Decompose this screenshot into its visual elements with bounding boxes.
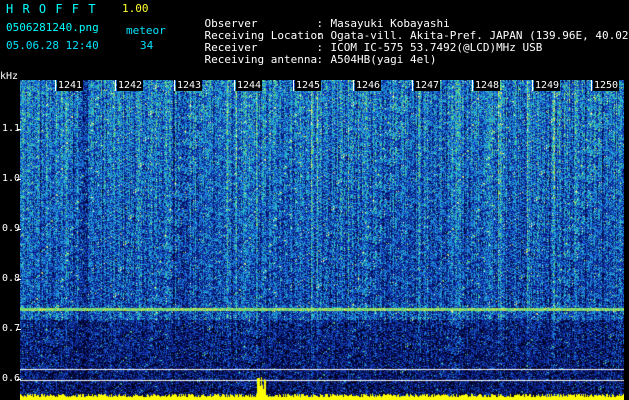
spectrogram-panel xyxy=(20,80,624,400)
y-tick-mark xyxy=(17,129,21,130)
meteor-count-label: meteor xyxy=(126,24,166,37)
y-tick-label: 0.9 xyxy=(2,223,21,234)
y-tick-mark xyxy=(17,179,21,180)
y-tick-mark xyxy=(17,329,21,330)
spectrogram-image xyxy=(20,80,624,400)
x-tick-label: 1243 xyxy=(176,80,203,91)
x-tick-mark xyxy=(412,80,413,91)
x-tick: 1246 xyxy=(353,80,382,91)
x-tick-mark xyxy=(174,80,175,91)
x-tick: 1244 xyxy=(234,80,263,91)
x-tick-label: 1244 xyxy=(236,80,263,91)
x-tick-label: 1247 xyxy=(414,80,441,91)
app-logo: H R O F F T xyxy=(6,2,97,16)
x-tick-label: 1250 xyxy=(593,80,620,91)
x-tick: 1249 xyxy=(532,80,561,91)
x-tick: 1245 xyxy=(293,80,322,91)
x-tick: 1247 xyxy=(412,80,441,91)
x-tick-mark xyxy=(234,80,235,91)
x-tick: 1248 xyxy=(472,80,501,91)
meteor-count-value: 34 xyxy=(140,39,154,52)
y-tick-mark xyxy=(17,229,21,230)
y-axis-unit: kHz xyxy=(0,71,19,82)
observation-datetime: 05.06.28 12:40 xyxy=(6,39,99,52)
y-tick-label: 1.0 xyxy=(2,173,21,184)
x-tick-mark xyxy=(55,80,56,91)
y-tick-mark xyxy=(17,379,21,380)
x-tick-mark xyxy=(353,80,354,91)
x-tick-mark xyxy=(293,80,294,91)
x-tick-mark xyxy=(472,80,473,91)
x-tick-label: 1241 xyxy=(57,80,84,91)
app-version: 1.00 xyxy=(122,2,149,15)
x-tick-label: 1249 xyxy=(534,80,561,91)
y-tick-label: 0.8 xyxy=(2,273,21,284)
image-filename: 0506281240.png xyxy=(6,21,99,34)
x-tick-label: 1245 xyxy=(295,80,322,91)
x-tick-label: 1246 xyxy=(355,80,382,91)
x-tick: 1243 xyxy=(174,80,203,91)
info-row-antenna: Receiving antenna: A504HB(yagi 4el) xyxy=(178,40,437,79)
x-tick-mark xyxy=(532,80,533,91)
x-tick: 1242 xyxy=(115,80,144,91)
x-tick: 1241 xyxy=(55,80,84,91)
x-tick-label: 1242 xyxy=(117,80,144,91)
x-tick-mark xyxy=(591,80,592,91)
y-tick-label: 0.6 xyxy=(2,373,21,384)
x-tick-label: 1248 xyxy=(474,80,501,91)
y-tick-label: 0.7 xyxy=(2,323,21,334)
y-tick-mark xyxy=(17,279,21,280)
info-label: Receiving antenna xyxy=(204,53,318,66)
info-separator: : xyxy=(316,53,324,66)
spectrogram-screen: H R O F F T 1.00 0506281240.png meteor 0… xyxy=(0,0,629,400)
y-tick-label: 1.1 xyxy=(2,123,21,134)
info-value: A504HB(yagi 4el) xyxy=(330,53,437,66)
x-tick-mark xyxy=(115,80,116,91)
x-tick: 1250 xyxy=(591,80,620,91)
